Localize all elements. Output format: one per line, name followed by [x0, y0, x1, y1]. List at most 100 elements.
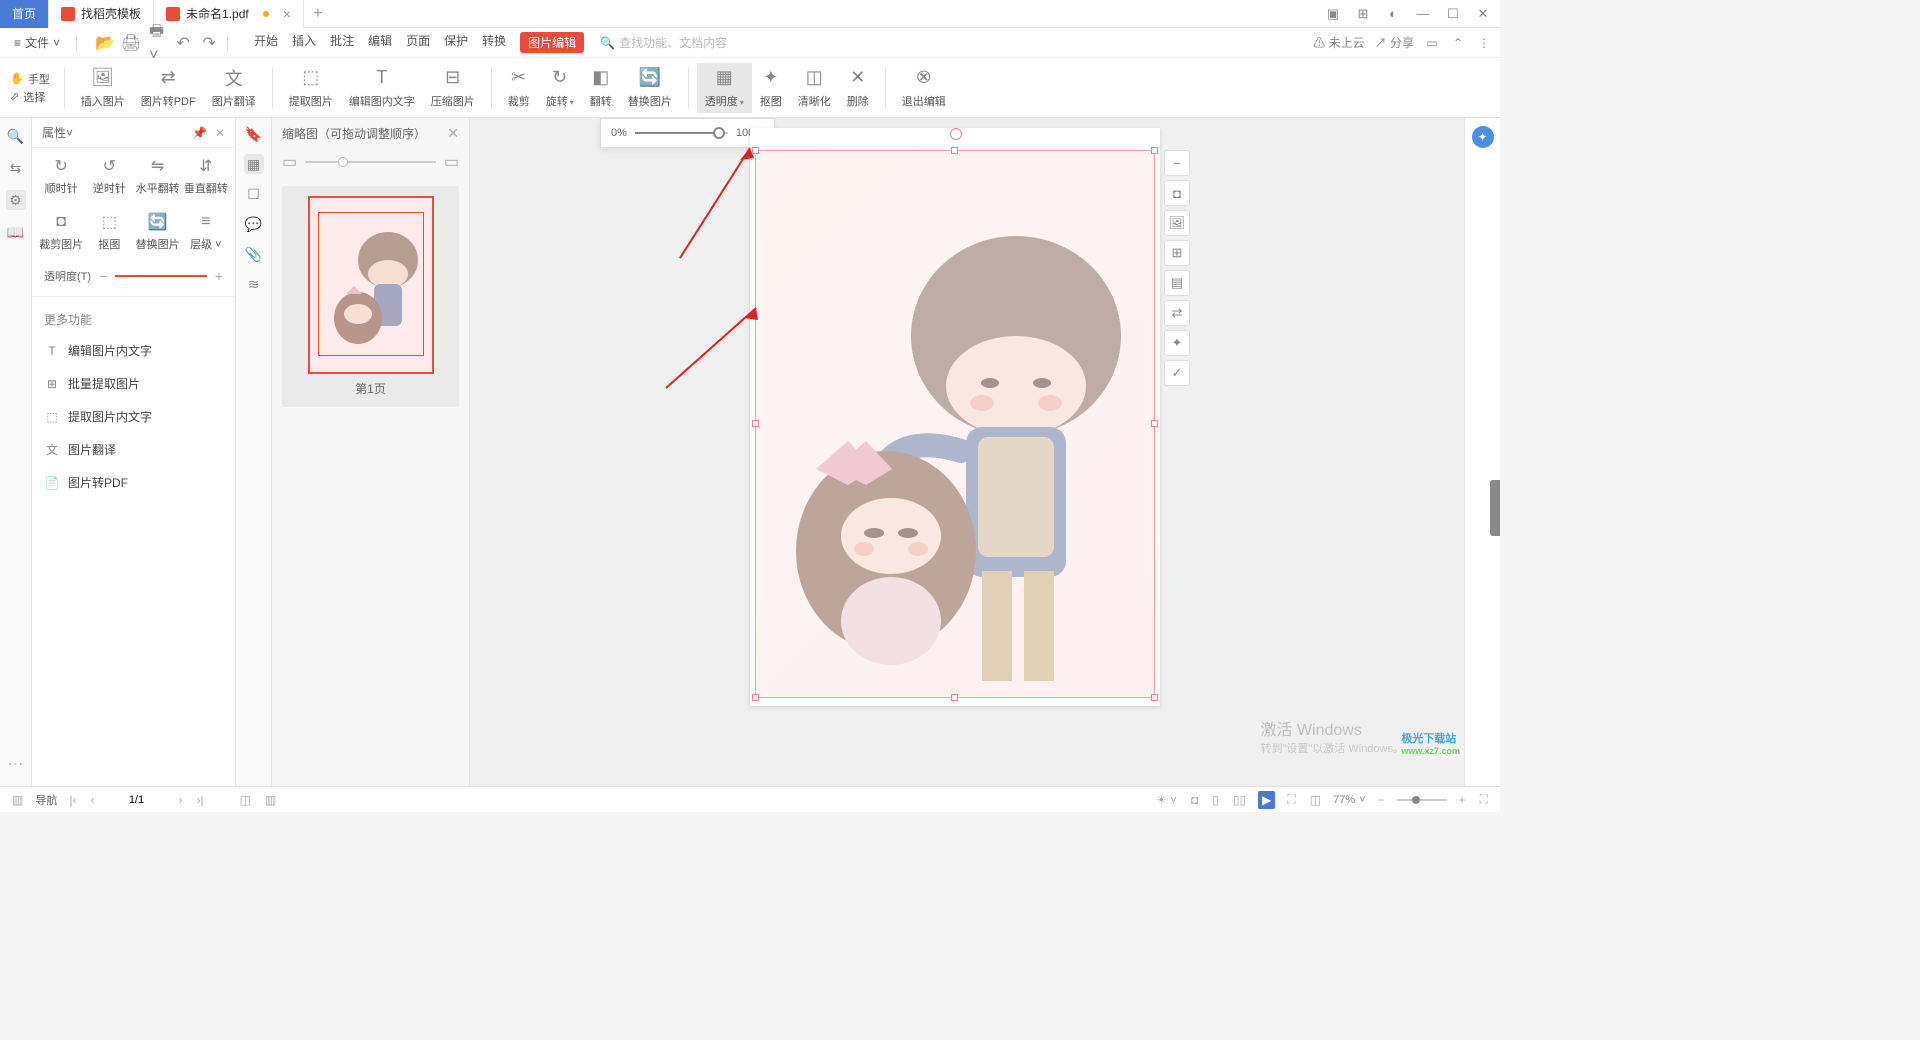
flip-button[interactable]: ◧翻转 [582, 63, 620, 113]
tab-annotate[interactable]: 批注 [330, 32, 354, 53]
tab-document[interactable]: 未命名1.pdf× [154, 0, 304, 28]
float-grid-button[interactable]: ⊞ [1164, 240, 1190, 266]
status-play-icon[interactable]: ▶ [1258, 791, 1275, 809]
status-fit-icon[interactable]: ⛶ [1285, 792, 1297, 807]
status-width-icon[interactable]: ◫ [1308, 793, 1323, 807]
open-icon[interactable]: 📂 [97, 35, 113, 51]
panel-icon[interactable]: ▭ [1424, 35, 1440, 51]
page-input[interactable] [106, 794, 166, 806]
float-magic-button[interactable]: ✦ [1164, 330, 1190, 356]
rail-search-icon[interactable]: 🔍 [6, 126, 26, 146]
image-translate-button[interactable]: 文图片翻译 [204, 63, 264, 113]
edit-image-text-item[interactable]: T编辑图片内文字 [32, 334, 235, 367]
undo-icon[interactable]: ↶ [175, 35, 191, 51]
comment-icon[interactable]: 💬 [244, 214, 264, 234]
float-check-button[interactable]: ✓ [1164, 360, 1190, 386]
selection-frame[interactable] [755, 150, 1155, 698]
apps-icon[interactable]: ⊞ [1354, 5, 1372, 23]
rail-more-icon[interactable]: ⋯ [8, 754, 24, 778]
thumb-zoom-out-icon[interactable]: ▭ [282, 152, 297, 172]
cloud-status[interactable]: ⚠ 未上云 [1313, 34, 1364, 51]
extract-text-item[interactable]: ⬚提取图片内文字 [32, 400, 235, 433]
image-to-pdf-button[interactable]: ⇄图片转PDF [133, 63, 204, 113]
close-tab-icon[interactable]: × [283, 6, 291, 22]
last-page-icon[interactable]: ›| [194, 793, 205, 807]
opacity-minus-button[interactable]: − [99, 268, 107, 284]
float-page-button[interactable]: ▤ [1164, 270, 1190, 296]
zoom-slider[interactable] [1397, 799, 1447, 801]
cutout2-button[interactable]: ⬚抠图 [86, 212, 132, 252]
exit-edit-button[interactable]: ⮿退出编辑 [894, 63, 954, 113]
edit-text-button[interactable]: T编辑图内文字 [341, 63, 423, 113]
tab-insert[interactable]: 插入 [292, 32, 316, 53]
rotate-cw-button[interactable]: ↻顺时针 [38, 156, 84, 196]
layers-icon[interactable]: ≋ [244, 274, 264, 294]
insert-image-button[interactable]: 🖼插入图片 [73, 63, 133, 113]
flip-h-button[interactable]: ⇋水平翻转 [135, 156, 181, 196]
rotate-button[interactable]: ↻旋转▾ [538, 63, 582, 113]
view-mode1-icon[interactable]: ◫ [238, 793, 253, 807]
more-icon[interactable]: ⋮ [1476, 35, 1492, 51]
bookmark-icon[interactable]: 🔖 [244, 124, 264, 144]
layer-button[interactable]: ≡层级 ˅ [183, 212, 229, 252]
opacity-plus-button[interactable]: + [215, 268, 223, 284]
prev-page-icon[interactable]: ‹ [88, 793, 96, 807]
attach-icon[interactable]: 📎 [244, 244, 264, 264]
hand-tool[interactable]: ✋ 手型 [10, 71, 50, 87]
float-image-button[interactable]: 🖼 [1164, 210, 1190, 236]
flip-v-button[interactable]: ⇵垂直翻转 [183, 156, 229, 196]
minimize-icon[interactable]: — [1414, 5, 1432, 23]
tab-convert[interactable]: 转换 [482, 32, 506, 53]
side-handle[interactable] [1490, 480, 1500, 536]
float-crop-button[interactable]: ◘ [1164, 180, 1190, 206]
tab-protect[interactable]: 保护 [444, 32, 468, 53]
view-mode2-icon[interactable]: ▥ [263, 793, 278, 807]
assistant-badge[interactable]: ✦ [1472, 126, 1494, 148]
thumbnail-icon[interactable]: ▦ [244, 154, 264, 174]
search-area[interactable]: 🔍 查找功能、文档内容 [600, 34, 727, 51]
float-translate-button[interactable]: ⇄ [1164, 300, 1190, 326]
opacity-slider[interactable] [115, 275, 207, 277]
canvas[interactable]: 0% 100% [470, 118, 1464, 786]
user-icon[interactable]: ◐ [1384, 5, 1402, 23]
close-thumb-icon[interactable]: ✕ [447, 125, 459, 142]
extract-image-button[interactable]: ⬚提取图片 [281, 63, 341, 113]
share-button[interactable]: ↗ 分享 [1375, 34, 1414, 51]
tab-template[interactable]: 找稻壳模板 [49, 0, 154, 28]
opacity-popup-slider[interactable] [635, 132, 728, 134]
thumb-zoom-slider[interactable] [305, 161, 436, 163]
maximize-icon[interactable]: ☐ [1444, 5, 1462, 23]
fullscreen-icon[interactable]: ⛶ [1478, 792, 1490, 807]
menu-hamburger[interactable]: ≡ 文件 ˅ [8, 32, 66, 53]
tab-start[interactable]: 开始 [254, 32, 278, 53]
thumb-page-1[interactable] [308, 196, 434, 374]
cutout-button[interactable]: ✦抠图 [752, 63, 790, 113]
next-page-icon[interactable]: › [176, 793, 184, 807]
status-double-icon[interactable]: ▯▯ [1231, 793, 1248, 807]
redo-icon[interactable]: ↷ [201, 35, 217, 51]
opacity-button[interactable]: ▦透明度▾ [697, 63, 752, 113]
print-icon[interactable]: 🖶 ˅ [149, 35, 165, 51]
add-tab-button[interactable]: + [304, 5, 332, 23]
brightness-icon[interactable]: ☀ ˅ [1154, 793, 1179, 807]
layout-icon[interactable]: ▣ [1324, 5, 1342, 23]
rotate-ccw-button[interactable]: ↺逆时针 [86, 156, 132, 196]
rail-settings-icon[interactable]: ⚙ [6, 190, 26, 210]
tab-image-edit[interactable]: 图片编辑 [520, 32, 584, 53]
status-single-icon[interactable]: ▯ [1210, 793, 1221, 807]
rail-compare-icon[interactable]: ⇆ [6, 158, 26, 178]
delete-button[interactable]: ✕删除 [839, 63, 877, 113]
close-panel-icon[interactable]: ✕ [215, 126, 225, 140]
close-window-icon[interactable]: ✕ [1474, 5, 1492, 23]
zoom-in-icon[interactable]: + [1457, 793, 1468, 807]
crop-button[interactable]: ✂裁剪 [500, 63, 538, 113]
outline-icon[interactable]: ☐ [244, 184, 264, 204]
tab-page[interactable]: 页面 [406, 32, 430, 53]
batch-extract-item[interactable]: ⊞批量提取图片 [32, 367, 235, 400]
select-tool[interactable]: ⬀ 选择 [10, 89, 50, 105]
to-pdf-item[interactable]: 📄图片转PDF [32, 466, 235, 499]
thumb-zoom-in-icon[interactable]: ▭ [444, 152, 459, 172]
zoom-out-icon[interactable]: − [1376, 793, 1387, 807]
nav-panel-icon[interactable]: ▥ [10, 793, 25, 807]
replace-button[interactable]: 🔄替换图片 [620, 63, 680, 113]
